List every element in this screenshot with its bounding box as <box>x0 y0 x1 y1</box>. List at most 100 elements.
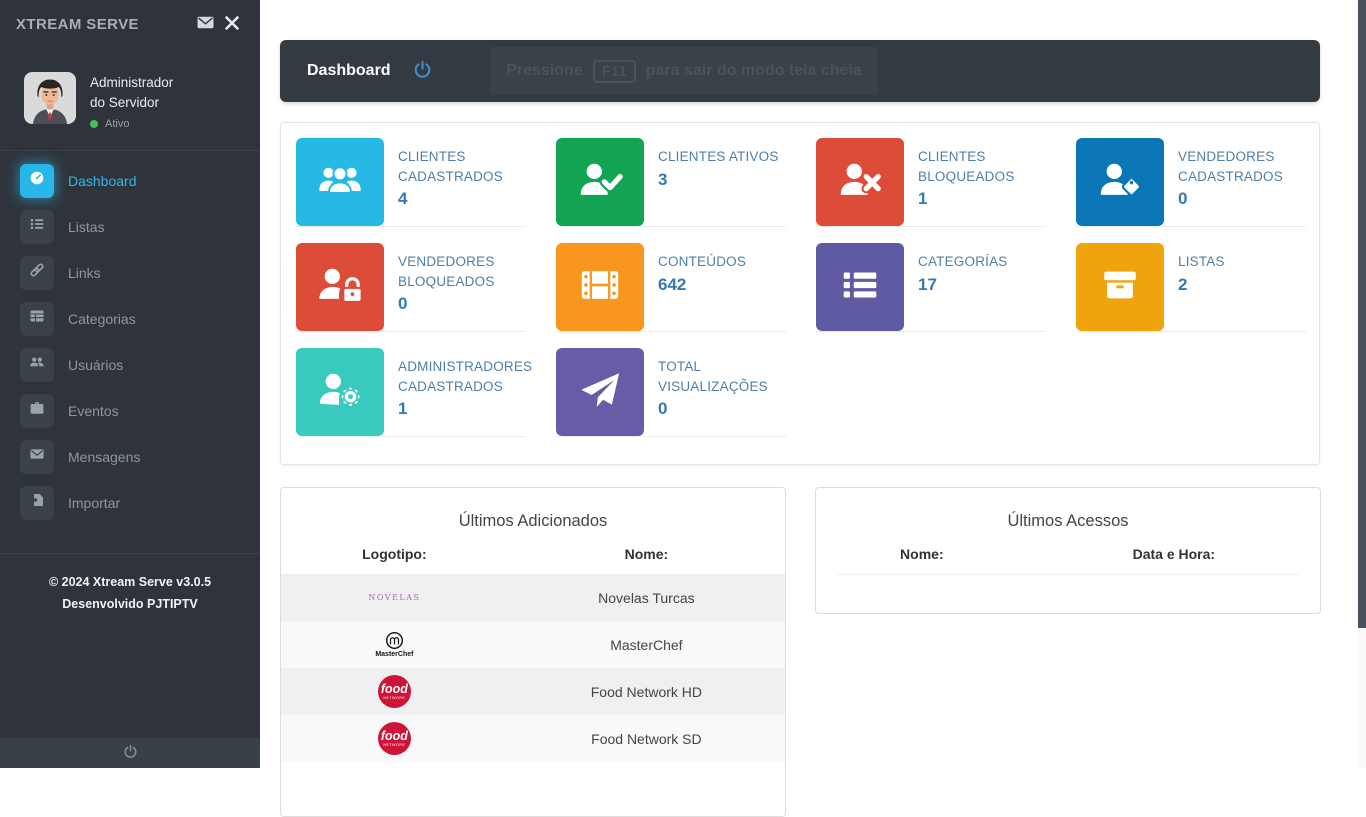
stat-value: 0 <box>1178 189 1302 209</box>
status-dot <box>90 120 98 128</box>
list-ul-icon <box>837 262 883 313</box>
menu-item[interactable]: Mensagens <box>0 434 260 480</box>
stat-icon-box <box>816 243 904 331</box>
menu-item[interactable]: Listas <box>0 204 260 250</box>
menu-item[interactable]: Importar <box>0 480 260 526</box>
menu-item-label: Categorias <box>68 311 136 327</box>
toast-text-prefix: Pressione <box>506 62 582 80</box>
table-row: MasterChef MasterChef MasterChef MasterC… <box>281 621 785 668</box>
user-gear-icon <box>317 367 363 418</box>
menu-item[interactable]: Categorias <box>0 296 260 342</box>
stat-label: VENDEDORES BLOQUEADOS <box>398 252 522 291</box>
stat-value: 642 <box>658 275 746 295</box>
power-button[interactable] <box>0 738 260 768</box>
food-network-logo: food network <box>378 675 411 708</box>
column-label-nome: Nome: <box>508 546 785 562</box>
stat-card: CATEGORÍAS 17 <box>816 243 1046 332</box>
stat-card: ADMINISTRADORES CADASTRADOS 1 <box>296 348 526 437</box>
panel-title: Últimos Adicionados <box>281 488 785 531</box>
power-icon <box>413 60 432 82</box>
list-icon <box>29 216 45 237</box>
column-label-data-hora: Data e Hora: <box>1028 546 1320 562</box>
menu-item-label: Importar <box>68 495 120 511</box>
file-import-icon <box>29 492 45 513</box>
column-label-logotipo: Logotipo: <box>281 546 508 562</box>
menu-item[interactable]: Usuários <box>0 342 260 388</box>
menu-item-label: Mensagens <box>68 449 140 465</box>
stat-label: TOTAL VISUALIZAÇÕES <box>658 357 782 396</box>
topbar: Dashboard Pressione F11 para sair do mod… <box>280 40 1320 102</box>
menu-item-label: Usuários <box>68 357 123 373</box>
stat-icon-box <box>296 348 384 436</box>
topbar-power-button[interactable] <box>413 60 432 82</box>
food-network-logo: food network <box>378 722 411 755</box>
paper-plane-icon <box>577 367 623 418</box>
user-check-icon <box>577 157 623 208</box>
menu-item-label: Listas <box>68 219 105 235</box>
stat-label: CLIENTES BLOQUEADOS <box>918 147 1042 186</box>
table-header: Logotipo: Nome: <box>281 546 785 574</box>
stat-card: LISTAS 2 <box>1076 243 1306 332</box>
sidebar-footer: © 2024 Xtream Serve v3.0.5 Desenvolvido … <box>0 554 260 616</box>
stat-value: 4 <box>398 189 522 209</box>
stat-card: CLIENTES ATIVOS 3 <box>556 138 786 227</box>
stat-value: 1 <box>918 189 1042 209</box>
users-group-icon <box>317 157 363 208</box>
panel-title: Últimos Acessos <box>816 488 1320 531</box>
name-cell: Food Network HD <box>508 684 785 700</box>
stat-label: CATEGORÍAS <box>918 252 1008 272</box>
logo-cell: NOVELAS NOVELAS NOVELAS <box>281 593 508 602</box>
user-name: Administrador do Servidor <box>90 73 173 114</box>
scrollbar-thumb[interactable] <box>1358 0 1366 628</box>
stat-label: CLIENTES CADASTRADOS <box>398 147 522 186</box>
stat-card: CONTEÚDOS 642 <box>556 243 786 332</box>
stat-icon-box <box>556 348 644 436</box>
stat-label: CONTEÚDOS <box>658 252 746 272</box>
film-icon <box>577 262 623 313</box>
name-cell: Food Network SD <box>508 731 785 747</box>
stat-value: 0 <box>658 399 782 419</box>
copyright-text: © 2024 Xtream Serve v3.0.5 <box>0 571 260 594</box>
user-lock-icon <box>317 262 363 313</box>
main-content: Dashboard Pressione F11 para sair do mod… <box>260 0 1366 768</box>
messages-button[interactable] <box>191 10 220 38</box>
stat-value: 0 <box>398 294 522 314</box>
stat-label: CLIENTES ATIVOS <box>658 147 779 167</box>
scrollbar[interactable] <box>1358 0 1366 768</box>
briefcase-icon <box>29 400 45 421</box>
close-sidebar-button[interactable] <box>220 11 244 38</box>
stat-value: 2 <box>1178 275 1225 295</box>
user-profile: Administrador do Servidor Ativo <box>24 72 260 130</box>
stat-card: VENDEDORES BLOQUEADOS 0 <box>296 243 526 332</box>
table-row: food food food network Food Network SD <box>281 715 785 762</box>
gauge-icon <box>29 170 45 191</box>
stat-label: LISTAS <box>1178 252 1225 272</box>
sidebar: XTREAM SERVE Administrado <box>0 0 260 768</box>
masterchef-logo: MasterChef <box>375 631 413 658</box>
avatar <box>24 72 76 124</box>
user-tag-icon <box>1097 157 1143 208</box>
stat-icon-box <box>296 243 384 331</box>
f11-key: F11 <box>593 60 636 83</box>
link-icon <box>29 262 45 283</box>
menu-item[interactable]: Links <box>0 250 260 296</box>
stat-icon-box <box>296 138 384 226</box>
user-status: Ativo <box>90 118 173 130</box>
logo-cell: food food food network <box>281 722 508 755</box>
fullscreen-toast: Pressione F11 para sair do modo tela che… <box>490 47 878 95</box>
stat-icon-box <box>816 138 904 226</box>
sidebar-menu: Dashboard Listas Links Categorias Usuári… <box>0 151 260 526</box>
stat-label: VENDEDORES CADASTRADOS <box>1178 147 1302 186</box>
user-times-icon <box>837 157 883 208</box>
stat-label: ADMINISTRADORES CADASTRADOS <box>398 357 522 396</box>
developer-text: Desenvolvido PJTIPTV <box>0 593 260 616</box>
menu-item-label: Links <box>68 265 101 281</box>
menu-item[interactable]: Eventos <box>0 388 260 434</box>
stats-grid: CLIENTES CADASTRADOS 4 CLIENTES ATIVOS 3 <box>281 123 1319 437</box>
stat-card: CLIENTES CADASTRADOS 4 <box>296 138 526 227</box>
close-icon <box>224 15 240 34</box>
stat-icon-box <box>556 243 644 331</box>
menu-item[interactable]: Dashboard <box>0 158 260 204</box>
status-label: Ativo <box>105 118 129 130</box>
column-label-nome: Nome: <box>816 546 1028 562</box>
